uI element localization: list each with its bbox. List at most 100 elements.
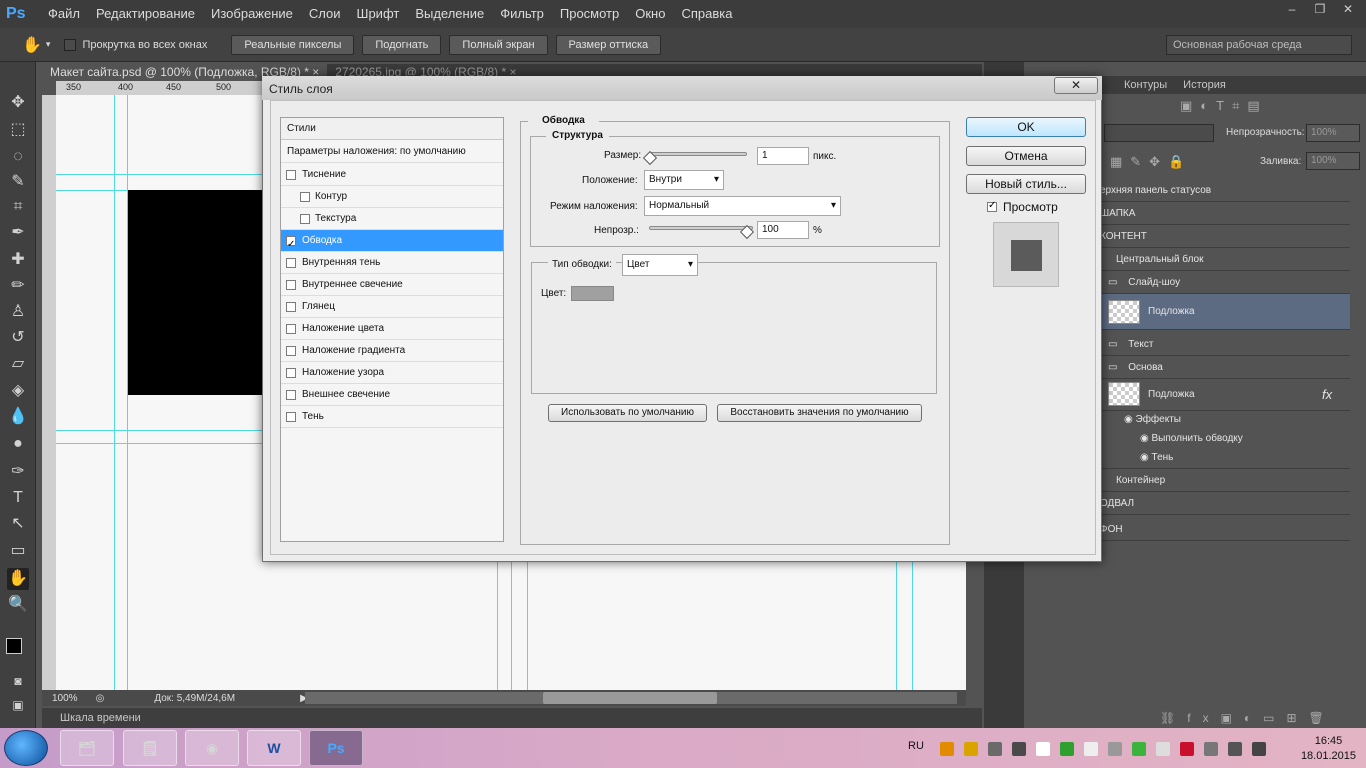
marquee-tool-icon[interactable]: ⬚ <box>7 119 29 141</box>
tray-app-icon[interactable] <box>988 742 1002 756</box>
clock[interactable]: 16:45 18.01.2015 <box>1301 734 1356 764</box>
tray-app-icon[interactable] <box>1060 742 1074 756</box>
style-item-pattern-overlay[interactable]: Наложение узора <box>281 362 503 384</box>
rectangle-tool-icon[interactable]: ▭ <box>7 540 29 562</box>
opacity-slider[interactable] <box>649 226 753 230</box>
quick-select-tool-icon[interactable]: ✎ <box>7 171 29 193</box>
style-checkbox[interactable] <box>286 258 296 268</box>
tab-history[interactable]: История <box>1175 76 1234 94</box>
blend-mode-select[interactable] <box>1104 124 1214 142</box>
layer-row[interactable]: Центральный блок <box>1100 248 1350 271</box>
brush-tool-icon[interactable]: ✏ <box>7 275 29 297</box>
fx-icon[interactable]: fx <box>1322 379 1332 411</box>
dodge-tool-icon[interactable]: ● <box>7 433 29 455</box>
tool-preset-chevron-icon[interactable]: ▾ <box>46 39 51 50</box>
network-icon[interactable] <box>1228 742 1242 756</box>
reset-default-button[interactable]: Восстановить значения по умолчанию <box>717 404 922 422</box>
layer-row[interactable]: ФОН <box>1100 518 1350 541</box>
layer-fill-field[interactable]: 100% <box>1306 152 1360 170</box>
word-icon[interactable]: W <box>247 730 301 766</box>
layer-row[interactable]: ерхняя панель статусов <box>1100 179 1350 202</box>
paint-bucket-icon[interactable]: ◈ <box>7 380 29 402</box>
dialog-close-button[interactable]: ✕ <box>1054 77 1098 94</box>
crop-tool-icon[interactable]: ⌗ <box>7 196 29 218</box>
menu-select[interactable]: Выделение <box>407 0 492 28</box>
tray-app-icon[interactable] <box>964 742 978 756</box>
opacity-input[interactable]: 100 <box>757 221 809 239</box>
ati-icon[interactable] <box>1180 742 1194 756</box>
layer-row[interactable]: ▭ Основа <box>1100 356 1350 379</box>
blending-options-item[interactable]: Параметры наложения: по умолчанию <box>281 141 503 163</box>
make-default-button[interactable]: Использовать по умолчанию <box>548 404 707 422</box>
blend-mode-select[interactable]: Нормальный <box>644 196 841 216</box>
chrome-icon[interactable]: ◉ <box>185 730 239 766</box>
eye-icon[interactable]: ◉ <box>1140 433 1149 444</box>
menu-help[interactable]: Справка <box>673 0 740 28</box>
preview-checkbox[interactable] <box>987 200 997 212</box>
position-select[interactable]: Внутри <box>644 170 724 190</box>
styles-header[interactable]: Стили <box>281 118 503 140</box>
eye-icon[interactable]: ◉ <box>1124 414 1133 425</box>
effect-row[interactable]: ◉ Тень <box>1100 446 1350 469</box>
style-checkbox[interactable] <box>286 368 296 378</box>
style-item-contour[interactable]: Контур <box>281 186 503 208</box>
screen-mode-icon[interactable]: ▣ <box>7 694 29 716</box>
layer-filter-icons[interactable]: ▣◐T⌗▤ <box>1180 98 1268 114</box>
volume-icon[interactable] <box>1252 742 1266 756</box>
tray-app-icon[interactable] <box>1084 742 1098 756</box>
style-item-drop-shadow[interactable]: Тень <box>281 406 503 428</box>
eyedropper-tool-icon[interactable]: ✒ <box>7 222 29 244</box>
layer-row[interactable]: ▭ Текст <box>1100 333 1350 356</box>
tray-app-icon[interactable] <box>940 742 954 756</box>
path-select-icon[interactable]: ↖ <box>7 513 29 535</box>
layer-row[interactable]: ОДВАЛ <box>1100 492 1350 515</box>
cancel-button[interactable]: Отмена <box>966 146 1086 166</box>
size-input[interactable]: 1 <box>757 147 809 165</box>
new-style-button[interactable]: Новый стиль... <box>966 174 1086 194</box>
style-checkbox[interactable] <box>286 346 296 356</box>
menu-filter[interactable]: Фильтр <box>492 0 552 28</box>
style-checkbox[interactable] <box>286 170 296 180</box>
style-item-texture[interactable]: Текстура <box>281 208 503 230</box>
notes-icon[interactable]: 🗒 <box>123 730 177 766</box>
tab-paths[interactable]: Контуры <box>1116 76 1175 94</box>
fit-screen-button[interactable]: Подогнать <box>362 34 442 55</box>
move-tool-icon[interactable]: ✥ <box>7 92 29 114</box>
layer-row[interactable]: Контейнер <box>1100 469 1350 492</box>
tray-app-icon[interactable] <box>1132 742 1146 756</box>
hand-tool-icon[interactable]: ✋ <box>7 568 29 590</box>
fill-type-select[interactable]: Цвет <box>622 254 698 276</box>
tray-app-icon[interactable] <box>1012 742 1026 756</box>
eye-icon[interactable]: ◉ <box>1140 452 1149 463</box>
lock-icons[interactable]: ▦✎✥🔒 <box>1110 154 1192 170</box>
workspace-select[interactable]: Основная рабочая среда <box>1166 35 1352 55</box>
style-checkbox[interactable] <box>286 302 296 312</box>
quick-mask-icon[interactable]: ◙ <box>7 670 29 692</box>
style-item-stroke[interactable]: Обводка <box>281 230 503 256</box>
menu-window[interactable]: Окно <box>627 0 673 28</box>
language-indicator[interactable]: RU <box>908 740 924 752</box>
type-tool-icon[interactable]: T <box>7 487 29 509</box>
fill-screen-button[interactable]: Полный экран <box>449 34 548 55</box>
minimize-icon[interactable]: – <box>1278 0 1306 18</box>
windows-start-icon[interactable] <box>4 730 48 766</box>
tray-app-icon[interactable] <box>1036 742 1050 756</box>
style-item-inner-shadow[interactable]: Внутренняя тень <box>281 252 503 274</box>
layer-row[interactable]: КОНТЕНТ <box>1100 225 1350 248</box>
history-brush-icon[interactable]: ↺ <box>7 327 29 349</box>
zoom-tool-icon[interactable]: 🔍 <box>7 594 29 616</box>
size-slider[interactable] <box>649 152 747 156</box>
style-item-outer-glow[interactable]: Внешнее свечение <box>281 384 503 406</box>
style-checkbox[interactable] <box>286 412 296 422</box>
style-checkbox[interactable] <box>300 214 310 224</box>
blur-tool-icon[interactable]: 💧 <box>7 406 29 428</box>
menu-type[interactable]: Шрифт <box>349 0 408 28</box>
tray-app-icon[interactable] <box>1204 742 1218 756</box>
style-item-satin[interactable]: Глянец <box>281 296 503 318</box>
menu-image[interactable]: Изображение <box>203 0 301 28</box>
stroke-color-swatch[interactable] <box>571 286 614 301</box>
stamp-tool-icon[interactable]: ♙ <box>7 301 29 323</box>
actual-pixels-button[interactable]: Реальные пикселы <box>231 34 355 55</box>
style-item-bevel[interactable]: Тиснение <box>281 164 503 186</box>
explorer-icon[interactable]: 🗂 <box>60 730 114 766</box>
